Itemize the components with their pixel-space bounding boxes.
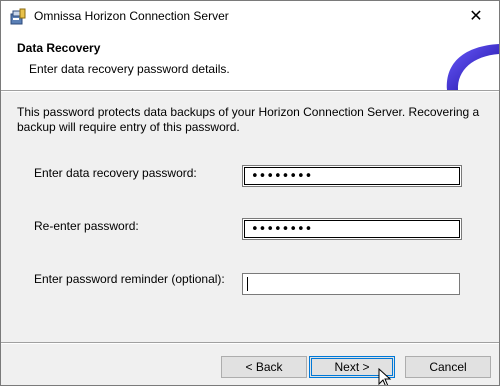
cancel-button[interactable]: Cancel: [405, 356, 491, 378]
close-button[interactable]: ✕: [453, 1, 499, 32]
description-text: This password protects data backups of y…: [17, 105, 480, 134]
text-caret: [247, 277, 248, 291]
password-reminder-field[interactable]: [242, 273, 460, 295]
window-title: Omnissa Horizon Connection Server: [34, 9, 229, 23]
password-field[interactable]: ••••••••: [242, 165, 462, 187]
page-header: Data Recovery Enter data recovery passwo…: [1, 32, 499, 90]
password-label: Enter data recovery password:: [34, 166, 197, 180]
password-reminder-label: Enter password reminder (optional):: [34, 272, 225, 286]
omnissa-arc-logo: [446, 44, 499, 90]
reenter-password-mask: ••••••••: [251, 222, 313, 237]
installer-window: Omnissa Horizon Connection Server ✕ Data…: [0, 0, 500, 386]
close-icon: ✕: [469, 8, 483, 25]
page-title: Data Recovery: [17, 41, 101, 55]
title-bar[interactable]: Omnissa Horizon Connection Server ✕: [1, 1, 499, 32]
page-subtitle: Enter data recovery password details.: [29, 62, 230, 76]
password-mask: ••••••••: [251, 169, 313, 184]
reenter-password-label: Re-enter password:: [34, 219, 139, 233]
mouse-pointer-icon: [378, 368, 392, 385]
back-button[interactable]: < Back: [221, 356, 307, 378]
reenter-password-field[interactable]: ••••••••: [242, 218, 462, 240]
header-divider: [1, 90, 499, 92]
footer-divider: [1, 342, 499, 344]
installer-icon: [10, 8, 26, 25]
